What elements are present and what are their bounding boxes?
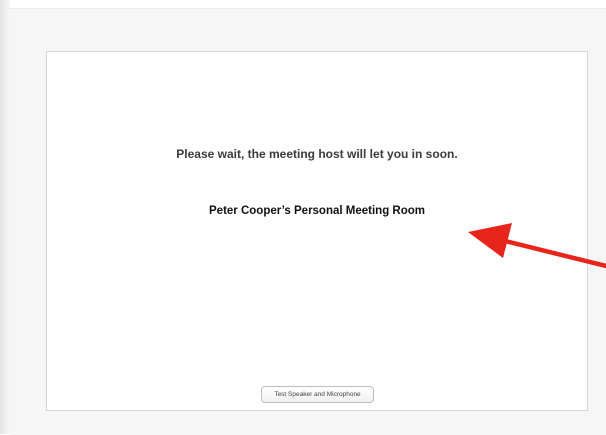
wait-message: Please wait, the meeting host will let y… — [176, 147, 458, 161]
window-edge-shadow — [0, 0, 10, 434]
zoom-waiting-room-window: Please wait, the meeting host will let y… — [10, 8, 606, 435]
test-speaker-microphone-button[interactable]: Test Speaker and Microphone — [261, 386, 374, 403]
waiting-room-panel: Please wait, the meeting host will let y… — [46, 51, 588, 411]
meeting-room-title: Peter Cooper’s Personal Meeting Room — [209, 205, 425, 217]
